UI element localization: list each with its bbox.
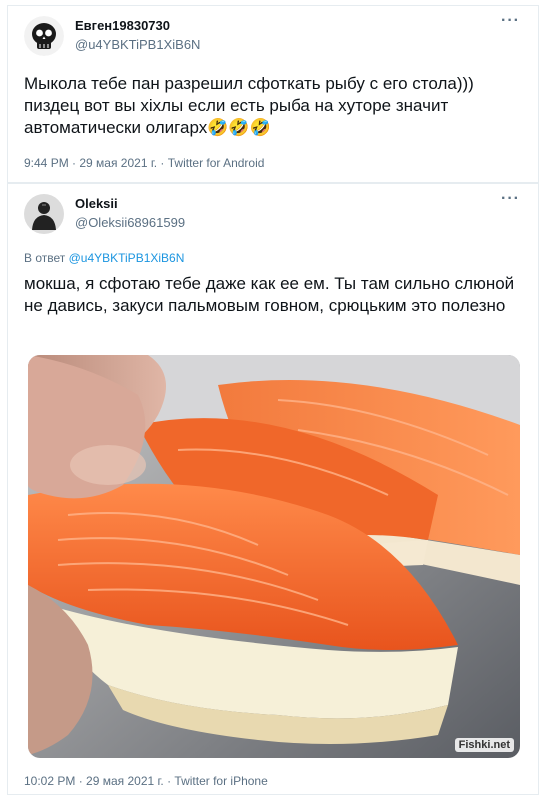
author-name[interactable]: Oleksii xyxy=(75,196,118,211)
reply-to-link[interactable]: @u4YBKTiPB1XiB6N xyxy=(69,251,185,265)
skull-avatar-icon[interactable] xyxy=(24,16,64,56)
tweet-meta[interactable]: 10:02 PM · 29 мая 2021 г. · Twitter for … xyxy=(24,774,268,788)
author-name[interactable]: Евген19830730 xyxy=(75,18,170,33)
author-handle[interactable]: @u4YBKTiPB1XiB6N xyxy=(75,37,200,52)
salmon-sandwich-photo[interactable]: Fishki.net xyxy=(28,355,520,758)
more-icon[interactable]: ··· xyxy=(501,190,520,208)
more-icon[interactable]: ··· xyxy=(501,12,520,30)
author-handle[interactable]: @Oleksii68961599 xyxy=(75,215,185,230)
reply-context: В ответ @u4YBKTiPB1XiB6N xyxy=(24,251,184,265)
tweet-text: мокша, я сфотаю тебе даже как ее ем. Ты … xyxy=(24,274,515,315)
tweet-text: Мыкола тебе пан разрешил сфоткать рыбу с… xyxy=(24,74,474,137)
tweet-original: Евген19830730 @u4YBKTiPB1XiB6N ··· Мыкол… xyxy=(7,5,539,183)
reply-prefix: В ответ xyxy=(24,251,69,265)
tweet-reply: Oleksii @Oleksii68961599 ··· В ответ @u4… xyxy=(7,183,539,795)
tweet-meta[interactable]: 9:44 PM · 29 мая 2021 г. · Twitter for A… xyxy=(24,156,264,170)
watermark: Fishki.net xyxy=(454,738,514,752)
dark-figure-avatar-icon[interactable] xyxy=(24,194,64,234)
